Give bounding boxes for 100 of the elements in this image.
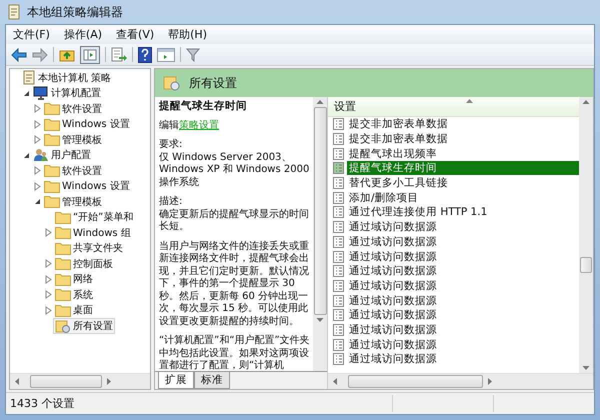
setting-row[interactable]: 提醒气球出现频率 bbox=[347, 146, 579, 161]
description-paragraph: 当用户与网络文件的连接丢失或重新连接网络文件时，提醒气球会出现，并且它们定时更新。默认情况下，事件的第一个提醒显示 30 秒。然后，更新每 60 分钟出现一次，每次显示 15 秒。可以使用此设置更改更新提醒的持续时间。 bbox=[159, 240, 310, 328]
column-header[interactable]: 设置 bbox=[328, 97, 579, 117]
setting-icon bbox=[333, 192, 344, 204]
folder-icon bbox=[55, 272, 71, 286]
menu-item[interactable]: 帮助(H) bbox=[161, 27, 214, 42]
tree-pane-icon[interactable] bbox=[80, 46, 100, 64]
setting-row[interactable]: 通过域访问数据源 bbox=[347, 250, 579, 264]
collapsed-arrow-icon[interactable] bbox=[34, 166, 41, 176]
tree-item[interactable]: 计算机配置 bbox=[31, 85, 103, 102]
setting-icon bbox=[333, 280, 344, 292]
folder-icon bbox=[44, 180, 60, 193]
horizontal-scrollbar[interactable] bbox=[328, 373, 593, 389]
tree-item[interactable]: 本地计算机 策略 bbox=[20, 69, 114, 86]
setting-icon bbox=[333, 309, 344, 322]
setting-icon bbox=[333, 236, 344, 248]
expanded-arrow-icon[interactable] bbox=[34, 198, 41, 206]
setting-row[interactable]: 通过域访问数据源 bbox=[347, 234, 579, 249]
menu-item[interactable]: 操作(A) bbox=[56, 27, 110, 42]
tree-item[interactable]: 桌面 bbox=[53, 302, 95, 318]
policy-editor-icon bbox=[7, 4, 21, 20]
tree-item[interactable]: “开始”菜单和 bbox=[53, 209, 136, 226]
setting-row[interactable]: 替代更多小工具链接 bbox=[347, 176, 579, 190]
folder-icon bbox=[55, 226, 71, 240]
collapsed-arrow-icon[interactable] bbox=[34, 104, 41, 114]
setting-row[interactable]: 通过域访问数据源 bbox=[347, 338, 579, 352]
tree-item[interactable]: 管理模板 bbox=[42, 194, 104, 210]
menu-item[interactable]: 查看(V) bbox=[109, 27, 162, 42]
collapsed-arrow-icon[interactable] bbox=[45, 228, 52, 238]
collapsed-arrow-icon[interactable] bbox=[45, 306, 52, 315]
setting-row[interactable]: 通过域访问数据源 bbox=[347, 308, 579, 322]
scroll-thumb[interactable] bbox=[314, 107, 326, 314]
setting-row[interactable]: 通过域访问数据源 bbox=[347, 322, 579, 337]
tree-item[interactable]: Windows 组 bbox=[53, 224, 133, 241]
expanded-arrow-icon[interactable] bbox=[23, 90, 30, 97]
status-text: 1433 个设置 bbox=[9, 396, 76, 411]
folder-icon bbox=[44, 102, 60, 116]
collapsed-arrow-icon[interactable] bbox=[34, 182, 41, 191]
setting-row[interactable]: 通过域访问数据源 bbox=[347, 264, 579, 278]
setting-icon bbox=[333, 294, 344, 307]
setting-row[interactable]: 通过域访问数据源 bbox=[347, 352, 579, 366]
tree-item[interactable]: 软件设置 bbox=[42, 100, 104, 117]
settings-icon bbox=[55, 318, 71, 333]
description-paragraph: 要求: 仅 Windows Server 2003、Windows XP 和 Windows 2000 操作系统 bbox=[159, 139, 310, 189]
description-paragraph: “计算机配置”和“用户配置”文件夹中均包括此设置。如果对这两项设置都进行了配置，则“计算机 bbox=[159, 335, 311, 371]
expanded-arrow-icon[interactable] bbox=[23, 152, 30, 159]
collapsed-arrow-icon[interactable] bbox=[45, 290, 52, 300]
tree-item[interactable]: 系统 bbox=[53, 286, 95, 303]
setting-row[interactable]: 提交非加密表单数据 bbox=[347, 117, 579, 132]
setting-icon bbox=[333, 177, 344, 190]
collapsed-arrow-icon[interactable] bbox=[45, 259, 52, 268]
tree-item[interactable]: 用户配置 bbox=[31, 147, 93, 164]
properties-pane-icon[interactable] bbox=[157, 48, 175, 62]
folder-icon bbox=[55, 288, 71, 302]
tree-item[interactable]: 共享文件夹 bbox=[53, 240, 125, 256]
collapsed-arrow-icon[interactable] bbox=[34, 135, 41, 144]
folder-up-icon[interactable] bbox=[59, 48, 75, 62]
folder-icon bbox=[44, 133, 60, 146]
vertical-scrollbar[interactable] bbox=[313, 97, 327, 371]
setting-icon bbox=[333, 148, 344, 160]
setting-row[interactable]: 通过域访问数据源 bbox=[347, 278, 579, 293]
scroll-thumb[interactable] bbox=[580, 257, 592, 273]
horizontal-scrollbar[interactable] bbox=[10, 373, 150, 389]
tree-item[interactable]: 软件设置 bbox=[42, 162, 104, 179]
tree-item[interactable]: 所有设置 bbox=[53, 318, 115, 334]
setting-row[interactable]: 通过域访问数据源 bbox=[347, 220, 579, 234]
description-paragraph: 描述: 确定更新后的提醒气球显示的时间长短。 bbox=[159, 196, 310, 234]
folder-icon bbox=[44, 195, 60, 208]
tree-item[interactable]: Windows 设置 bbox=[42, 178, 132, 194]
setting-icon bbox=[333, 221, 344, 234]
folder-icon bbox=[55, 242, 71, 255]
setting-icon bbox=[333, 265, 344, 278]
back-arrow-icon[interactable] bbox=[11, 48, 27, 62]
tree-item[interactable]: Windows 设置 bbox=[42, 116, 132, 132]
tree-item[interactable]: 管理模板 bbox=[42, 132, 104, 148]
setting-row[interactable]: 提醒气球生存时间 bbox=[347, 161, 579, 176]
setting-row[interactable]: 通过域访问数据源 bbox=[347, 294, 579, 308]
setting-icon bbox=[333, 353, 344, 366]
setting-row[interactable]: 添加/删除项目 bbox=[347, 190, 579, 205]
view-tab[interactable]: 扩展 bbox=[158, 372, 194, 389]
computer-icon bbox=[33, 86, 49, 100]
setting-row[interactable]: 通过代理连接使用 HTTP 1.1 bbox=[347, 205, 579, 220]
setting-icon bbox=[333, 118, 344, 130]
collapsed-arrow-icon[interactable] bbox=[45, 274, 52, 284]
export-list-icon[interactable] bbox=[111, 46, 127, 62]
setting-icon bbox=[333, 133, 344, 146]
edit-label: 编辑 bbox=[159, 120, 179, 130]
view-tab[interactable]: 标准 bbox=[194, 372, 230, 389]
menu-item[interactable]: 文件(F) bbox=[6, 27, 57, 42]
tree-item[interactable]: 控制面板 bbox=[53, 256, 115, 272]
collapsed-arrow-icon[interactable] bbox=[34, 120, 41, 129]
forward-arrow-icon[interactable] bbox=[32, 48, 48, 62]
filter-icon[interactable] bbox=[186, 48, 200, 62]
setting-icon bbox=[333, 338, 344, 351]
vertical-scrollbar[interactable] bbox=[579, 97, 593, 373]
setting-icon bbox=[333, 206, 344, 218]
help-icon[interactable] bbox=[138, 46, 152, 62]
tree-item[interactable]: 网络 bbox=[53, 271, 95, 288]
setting-icon bbox=[333, 162, 344, 174]
setting-row[interactable]: 提交非加密表单数据 bbox=[347, 132, 579, 146]
